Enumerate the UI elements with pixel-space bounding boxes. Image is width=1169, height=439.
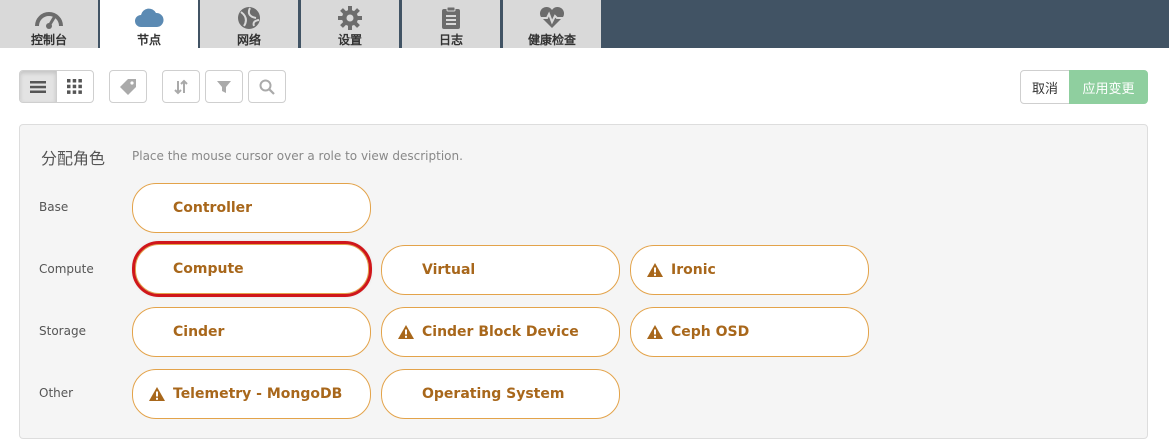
tab-nodes[interactable]: 节点 [100, 0, 198, 52]
role-name: Compute [173, 261, 244, 277]
tab-logs[interactable]: 日志 [402, 0, 500, 48]
group-label-storage: Storage [39, 324, 86, 338]
tab-health-check[interactable]: 健康检查 [503, 0, 601, 48]
tab-label: 控制台 [30, 33, 67, 47]
role-name: Telemetry - MongoDB [173, 386, 343, 402]
warning-icon [647, 325, 663, 339]
sort-button[interactable] [162, 70, 200, 103]
gear-icon [301, 6, 399, 30]
sort-icon [174, 79, 188, 94]
tab-label: 网络 [236, 33, 261, 47]
view-mode-toggle [19, 70, 94, 103]
tab-dashboard[interactable]: 控制台 [0, 0, 98, 48]
tab-settings[interactable]: 设置 [301, 0, 399, 48]
cloud-icon [100, 6, 198, 30]
tag-icon [120, 78, 136, 95]
top-navigation-bar: 控制台 节点 网络 设置 日志 健康检查 [0, 0, 1169, 52]
group-label-compute: Compute [39, 262, 94, 276]
panel-title: 分配角色 [41, 149, 106, 168]
tag-button[interactable] [109, 70, 147, 103]
dashboard-gauge-icon [0, 6, 98, 30]
grid-view-button[interactable] [57, 71, 94, 102]
apply-changes-button[interactable]: 应用变更 [1069, 70, 1148, 104]
filter-icon [217, 80, 231, 93]
tab-label: 日志 [438, 33, 463, 47]
tab-label: 节点 [136, 33, 161, 47]
cancel-button[interactable]: 取消 [1020, 70, 1070, 104]
role-controller[interactable]: Controller [132, 183, 371, 233]
role-operating-system[interactable]: Operating System [381, 369, 620, 419]
role-name: Virtual [422, 262, 476, 278]
role-name: Controller [173, 200, 253, 216]
globe-network-icon [200, 6, 298, 30]
list-view-button[interactable] [20, 71, 57, 102]
role-name: Ceph OSD [671, 324, 750, 340]
group-label-base: Base [39, 200, 69, 214]
warning-icon [149, 387, 165, 401]
role-cinder-block-device[interactable]: Cinder Block Device [381, 307, 620, 357]
warning-icon [398, 325, 414, 339]
list-icon [29, 80, 46, 93]
role-compute[interactable]: Compute [132, 241, 372, 297]
assign-roles-panel: 分配角色 Place the mouse cursor over a role … [19, 124, 1148, 439]
search-button[interactable] [248, 70, 286, 103]
grid-icon [67, 79, 83, 94]
tab-label: 健康检查 [527, 33, 576, 47]
warning-icon [647, 263, 663, 277]
role-ironic[interactable]: Ironic [630, 245, 869, 295]
tab-label: 设置 [337, 33, 362, 47]
clipboard-log-icon [402, 6, 500, 30]
role-telemetry-mongodb[interactable]: Telemetry - MongoDB [132, 369, 371, 419]
filter-button[interactable] [205, 70, 243, 103]
search-icon [259, 79, 275, 95]
role-name: Operating System [422, 386, 565, 402]
role-virtual[interactable]: Virtual [381, 245, 620, 295]
heart-pulse-icon [503, 6, 601, 30]
role-name: Ironic [671, 262, 716, 278]
role-name: Cinder Block Device [422, 324, 579, 340]
role-name: Cinder [173, 324, 225, 340]
role-cinder[interactable]: Cinder [132, 307, 371, 357]
role-ceph-osd[interactable]: Ceph OSD [630, 307, 869, 357]
tab-network[interactable]: 网络 [200, 0, 298, 48]
group-label-other: Other [39, 386, 74, 400]
panel-hint: Place the mouse cursor over a role to vi… [132, 149, 463, 163]
